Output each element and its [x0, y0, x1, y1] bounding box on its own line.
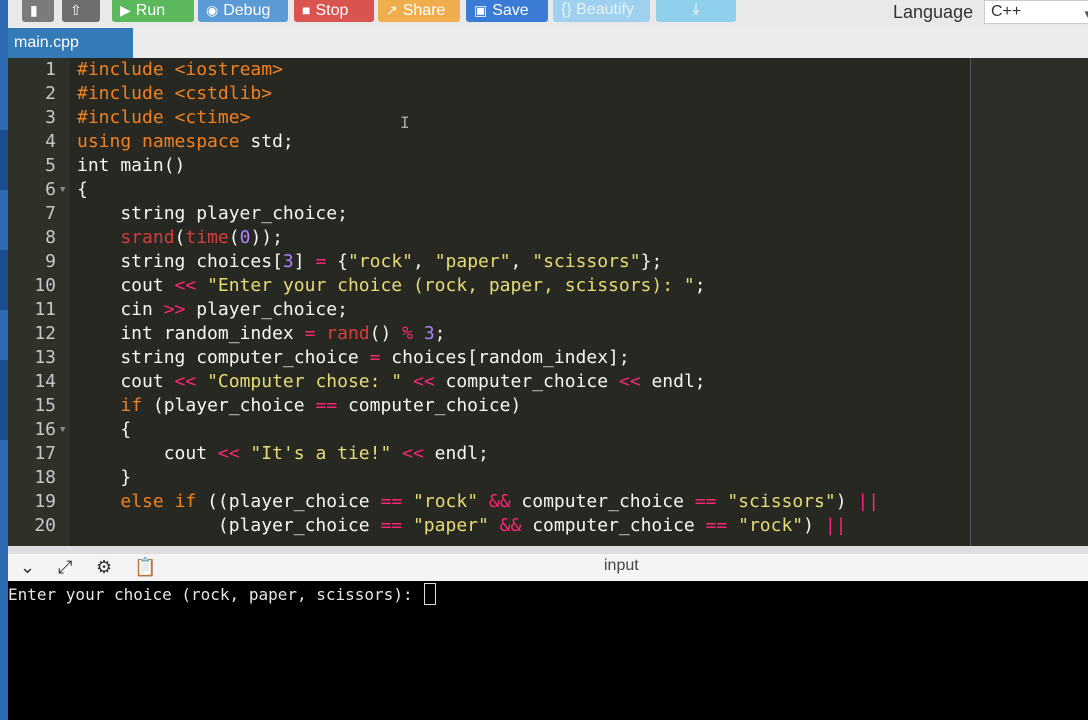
- save-label: Save: [492, 2, 529, 19]
- code-line: 3 #include <ctime>: [45, 107, 251, 128]
- sidebar-segment: [0, 360, 8, 440]
- sidebar-segment: [0, 250, 8, 310]
- code-text: #include <iostream>: [77, 59, 283, 80]
- console-output: Enter your choice (rock, paper, scissors…: [8, 583, 437, 606]
- code-line: 17 cout << "It's a tie!" << endl;: [34, 443, 489, 464]
- code-line: 12 int random_index = rand() % 3;: [34, 323, 446, 344]
- code-line: 13 string computer_choice = choices[rand…: [34, 347, 630, 368]
- share-icon: ↗: [386, 2, 398, 18]
- code-text: string computer_choice = choices[random_…: [77, 347, 630, 368]
- chevron-down-icon[interactable]: ⌄: [20, 557, 35, 578]
- code-text: using namespace std;: [77, 131, 294, 152]
- code-line: 6 ▼{: [45, 178, 88, 202]
- io-panel-header: ⌄ ⤢ ⚙ 📋 input: [8, 554, 1088, 582]
- code-text: cin >> player_choice;: [77, 299, 348, 320]
- stop-button[interactable]: ■ Stop: [294, 0, 374, 22]
- expand-icon[interactable]: ⤢: [58, 557, 72, 578]
- download-button[interactable]: ⤓: [656, 0, 736, 22]
- upload-button[interactable]: ⇧: [62, 0, 100, 22]
- code-line: 1 #include <iostream>: [45, 59, 283, 80]
- language-value: C++: [991, 3, 1022, 20]
- code-text: string choices[3] = {"rock", "paper", "s…: [77, 251, 663, 272]
- code-line: 15 if (player_choice == computer_choice): [34, 395, 522, 416]
- debug-label: Debug: [223, 2, 271, 19]
- toolbar: ▮ ⇧ ▶ Run ◉ Debug ■ Stop ↗ Share ▣ Save {} Be…: [8, 0, 1088, 29]
- tab-label: main.cpp: [14, 34, 79, 51]
- code-text: #include <cstdlib>: [77, 83, 273, 104]
- code-text: else if ((player_choice == "rock" && com…: [120, 491, 880, 512]
- code-line: 7 string player_choice;: [45, 203, 348, 224]
- code-text: }: [77, 467, 132, 488]
- code-text: int random_index = rand() % 3;: [77, 323, 446, 344]
- code-text: cout << "Enter your choice (rock, paper,…: [77, 275, 706, 296]
- code-text: srand(time(0));: [120, 227, 283, 248]
- code-line: 9 string choices[3] = {"rock", "paper", …: [45, 251, 663, 272]
- code-line: 4 using namespace std;: [45, 131, 294, 152]
- fold-arrow-icon[interactable]: ▼: [60, 178, 65, 202]
- panel-divider[interactable]: [8, 546, 1088, 554]
- code-line: 5 int main(): [45, 155, 186, 176]
- code-text: int main(): [77, 155, 186, 176]
- gear-icon[interactable]: ⚙: [96, 557, 112, 578]
- language-select[interactable]: C++ ▾: [984, 0, 1088, 24]
- code-text: if (player_choice == computer_choice): [120, 395, 522, 416]
- print-margin: [970, 58, 1088, 546]
- play-icon: ▶: [120, 2, 131, 18]
- save-icon: ▣: [474, 2, 488, 18]
- beautify-label: {} Beautify: [561, 1, 634, 18]
- io-panel-title: input: [604, 557, 639, 574]
- code-line: 11 cin >> player_choice;: [34, 299, 348, 320]
- fold-arrow-icon[interactable]: ▼: [60, 418, 65, 442]
- code-editor[interactable]: 1 #include <iostream> 2 #include <cstdlib>…: [8, 58, 1088, 546]
- stop-label: Stop: [315, 2, 349, 19]
- file-icon: ▮: [30, 2, 38, 18]
- share-button[interactable]: ↗ Share: [378, 0, 460, 22]
- tab-main-cpp[interactable]: main.cpp: [8, 28, 133, 58]
- language-label: Language: [893, 2, 974, 22]
- run-label: Run: [135, 2, 166, 19]
- code-text: (player_choice == "paper" && computer_ch…: [77, 515, 847, 536]
- code-text: {: [77, 179, 88, 200]
- clipboard-icon[interactable]: 📋: [134, 557, 156, 578]
- terminal-cursor: [424, 583, 437, 605]
- code-line: 16 ▼ {: [34, 418, 132, 442]
- new-file-button[interactable]: ▮: [22, 0, 54, 22]
- code-line: 19 else if ((player_choice == "rock" && …: [34, 491, 880, 512]
- code-line: 2 #include <cstdlib>: [45, 83, 273, 104]
- run-button[interactable]: ▶ Run: [112, 0, 194, 22]
- text-cursor-icon: I: [400, 113, 410, 132]
- debug-icon: ◉: [206, 2, 219, 18]
- share-label: Share: [402, 2, 446, 19]
- console-prompt: Enter your choice (rock, paper, scissors…: [8, 585, 423, 604]
- code-line: 10 cout << "Enter your choice (rock, pap…: [34, 275, 706, 296]
- code-text: cout << "It's a tie!" << endl;: [77, 443, 489, 464]
- console-terminal[interactable]: Enter your choice (rock, paper, scissors…: [8, 581, 1088, 720]
- code-line: 20 (player_choice == "paper" && computer…: [34, 515, 847, 536]
- save-button[interactable]: ▣ Save: [466, 0, 548, 22]
- code-text: #include <ctime>: [77, 107, 251, 128]
- debug-button[interactable]: ◉ Debug: [198, 0, 288, 22]
- stop-icon: ■: [302, 2, 311, 18]
- beautify-button[interactable]: {} Beautify: [553, 0, 650, 22]
- code-text: {: [77, 419, 132, 440]
- sidebar-segment: [0, 130, 8, 190]
- code-line: 18 }: [34, 467, 132, 488]
- left-sidebar-strip: [0, 0, 8, 720]
- download-icon: ⤓: [692, 1, 700, 18]
- code-text: cout << "Computer chose: " << computer_c…: [77, 371, 706, 392]
- tab-bar: main.cpp: [8, 28, 1088, 58]
- upload-icon: ⇧: [70, 2, 82, 18]
- chevron-down-icon: ▾: [1084, 6, 1088, 21]
- code-line: 8 srand(time(0));: [45, 227, 283, 248]
- code-text: string player_choice;: [77, 203, 348, 224]
- code-line: 14 cout << "Computer chose: " << compute…: [34, 371, 706, 392]
- code-lines: 1 #include <iostream> 2 #include <cstdlib>…: [8, 58, 970, 538]
